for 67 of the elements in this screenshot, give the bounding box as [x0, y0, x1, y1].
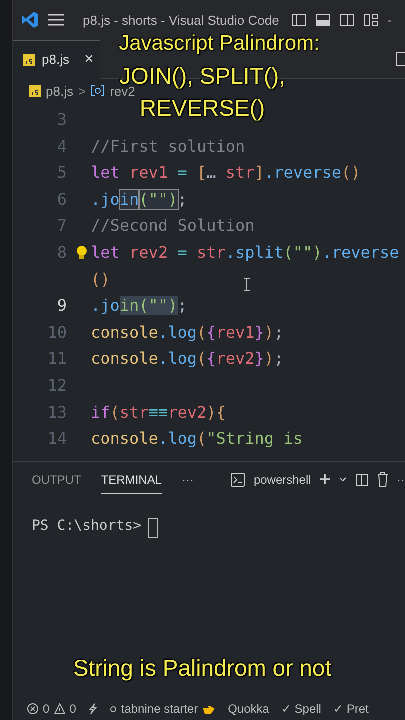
js-file-icon[interactable] [29, 85, 41, 97]
line-number: 4 [56, 136, 67, 158]
sidebar-layout-icon[interactable] [291, 12, 308, 28]
pointing-hand-icon[interactable] [202, 703, 216, 715]
code-line: .join(""); [91, 188, 188, 211]
breadcrumb-item[interactable]: rev2 [110, 84, 136, 98]
code-line: let rev2 = str.split("").reverse [91, 242, 400, 264]
split-terminal-icon[interactable] [355, 472, 369, 488]
line-number: 8 [56, 242, 67, 264]
more-button[interactable]: ··· [182, 473, 194, 487]
panel-layout-icon[interactable] [315, 12, 332, 28]
panel-tab[interactable]: TERMINAL [101, 466, 162, 494]
line-number: 5 [56, 162, 67, 184]
line-number: 7 [56, 215, 67, 238]
tab-label: p8.js [42, 52, 70, 67]
panel-tab[interactable]: OUTPUT [32, 466, 82, 494]
line-number: 12 [46, 374, 67, 397]
status-item[interactable]: ✓ Spell [281, 702, 322, 716]
new-terminal-button[interactable]: + [319, 468, 331, 492]
error-icon[interactable] [27, 703, 39, 715]
caption-text: String is Palindrom or not [72, 654, 333, 683]
close-button[interactable]: × [84, 50, 94, 68]
line-number: 13 [46, 402, 67, 424]
terminal-cursor [148, 518, 158, 538]
caption-text: REVERSE() [140, 94, 266, 123]
more-button[interactable]: ·· [397, 473, 405, 487]
code-line: let rev1 = [… str].reverse() [91, 162, 361, 184]
problems-status[interactable]: 0 0 [27, 702, 76, 716]
code-line: //First solution [91, 136, 246, 158]
code-line: //Second Solution [91, 215, 255, 238]
breadcrumb-separator: > [78, 84, 86, 98]
line-number: 6 [56, 188, 67, 211]
tabnine-status[interactable]: tabnine starter [110, 702, 216, 716]
line-number: 9 [56, 295, 67, 318]
window-title: p8.js - shorts - Visual Studio Code [83, 12, 280, 28]
vscode-logo-icon[interactable] [21, 11, 39, 29]
code-line: if(str≡≡rev2){ [91, 402, 226, 424]
warning-icon[interactable] [54, 703, 66, 715]
circle-icon[interactable] [110, 706, 118, 712]
grid-layout-icon[interactable] [363, 12, 380, 28]
chevron-down-icon[interactable] [339, 477, 347, 483]
js-file-icon[interactable] [23, 54, 35, 66]
code-line: console.log({rev1}); [91, 322, 284, 344]
code-line: () [91, 268, 110, 291]
menu-icon[interactable] [47, 13, 65, 27]
line-number: 11 [46, 348, 67, 370]
terminal-selector[interactable]: powershell [254, 473, 312, 487]
status-item[interactable]: Quokka [228, 702, 270, 716]
breadcrumb-item[interactable]: p8.js [46, 84, 74, 98]
split-layout-icon[interactable] [339, 12, 356, 28]
lightbulb-icon[interactable] [76, 244, 88, 261]
line-number: 10 [46, 322, 67, 344]
text-cursor-icon[interactable] [243, 278, 251, 292]
editor-tab[interactable]: p8.js × [13, 40, 100, 78]
split-editor-icon[interactable] [395, 51, 405, 67]
lightning-icon[interactable] [88, 703, 98, 715]
terminal-icon[interactable] [230, 472, 246, 488]
minimize-button[interactable]: - [387, 12, 392, 28]
variable-symbol-icon[interactable] [91, 85, 106, 97]
line-number: 3 [56, 109, 67, 131]
caption-text: Javascript Palindrom: [119, 31, 320, 57]
terminal-prompt: PS C:\shorts> [32, 518, 142, 534]
code-line: console.log("String is [91, 428, 303, 450]
code-line: console.log({rev2}); [91, 348, 284, 370]
trash-icon[interactable] [377, 472, 389, 488]
line-number: 14 [46, 428, 67, 450]
status-item[interactable]: ✓ Pret [333, 702, 369, 716]
